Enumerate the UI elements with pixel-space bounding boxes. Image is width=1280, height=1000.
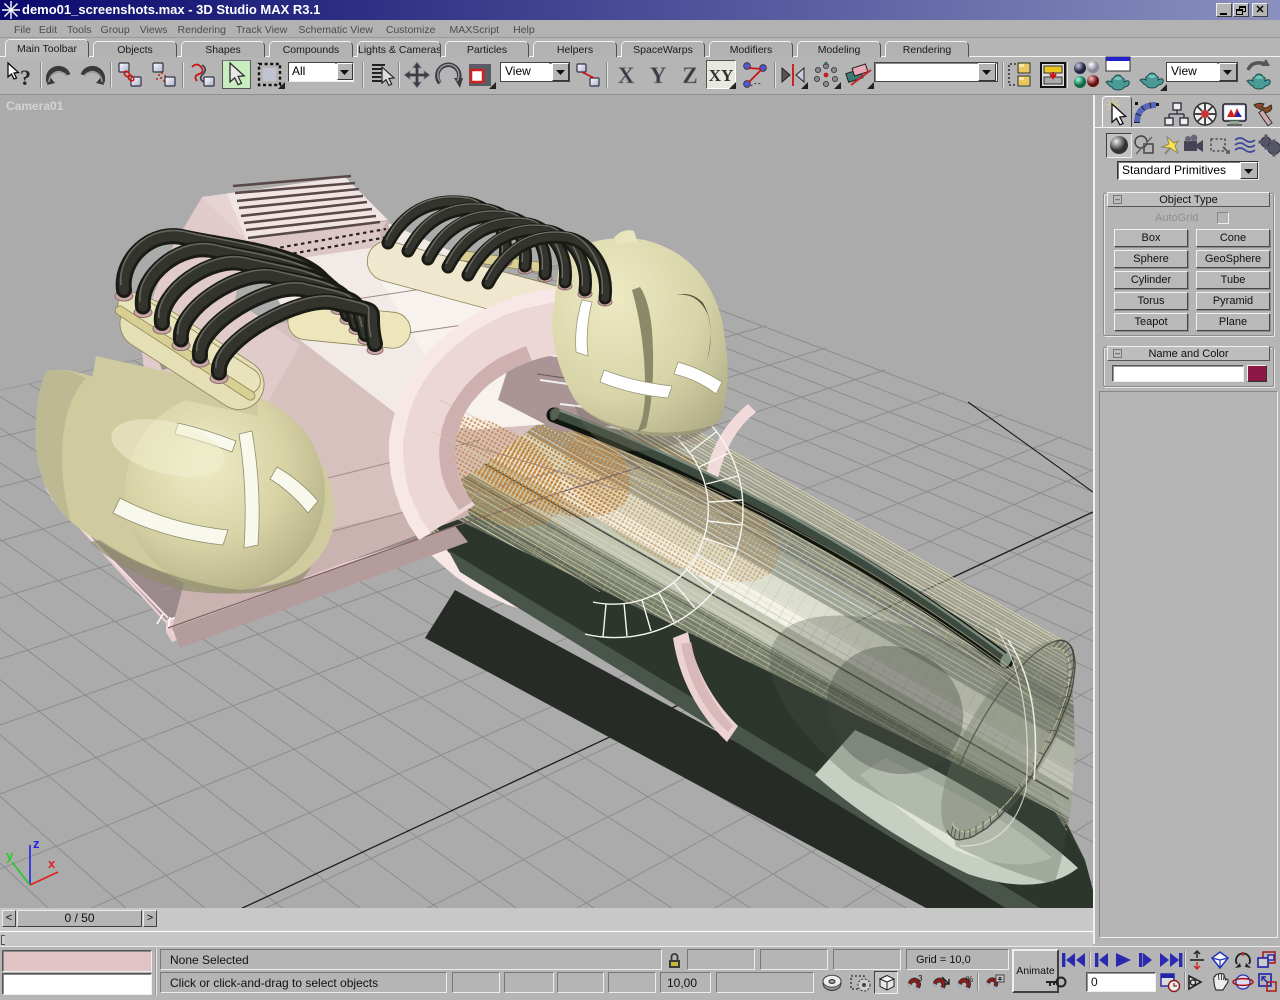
svg-text:%: % [966,975,973,984]
svg-text:Camera01: Camera01 [6,99,64,113]
svg-text:Z: Z [682,63,697,88]
svg-text:?: ? [20,65,31,89]
svg-text:z: z [33,836,40,851]
svg-text:3: 3 [918,974,923,983]
svg-text:y: y [6,848,14,863]
svg-text:X: X [618,63,635,88]
svg-text:x: x [48,856,56,871]
svg-text:Y: Y [650,63,667,88]
